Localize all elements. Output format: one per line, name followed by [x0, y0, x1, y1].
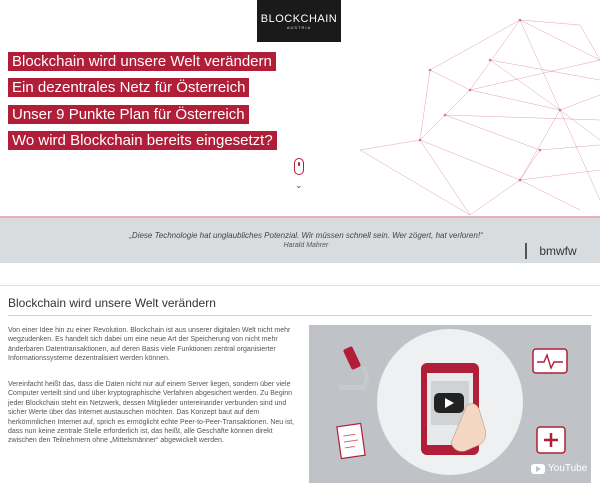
quote-text: „Diese Technologie hat unglaubliches Pot… [129, 231, 483, 240]
intro-paragraph: Von einer Idee hin zu einer Revolution. … [8, 327, 291, 363]
detail-paragraph: Vereinfacht heißt das, dass die Daten ni… [8, 381, 295, 445]
quote-author: Harald Mahrer [283, 242, 329, 249]
logo-subtext: AUSTRIA [286, 24, 312, 30]
heart-monitor-icon [532, 348, 568, 374]
quote-band [0, 218, 600, 263]
headline-link-2[interactable]: Ein dezentrales Netz für Österreich [8, 78, 250, 97]
medical-kit-icon [536, 426, 566, 454]
document-icon [336, 422, 366, 460]
chevron-down-icon[interactable]: ⌄ [295, 181, 303, 190]
youtube-label: YouTube [548, 463, 588, 474]
scroll-dot [298, 162, 300, 166]
hero: BLOCKCHAIN AUSTRIA Blockchain wird unser… [0, 0, 600, 218]
section-divider [0, 285, 600, 286]
youtube-logo[interactable]: YouTube [531, 463, 587, 474]
bmwfw-logo-text: bmwfw [539, 244, 577, 258]
headline-link-1[interactable]: Blockchain wird unsere Welt verändern [8, 52, 276, 71]
play-button-icon[interactable] [434, 393, 464, 413]
microscope-icon [339, 346, 369, 390]
blockchain-austria-logo[interactable]: BLOCKCHAIN AUSTRIA [257, 0, 341, 42]
section-title: Blockchain wird unsere Welt verändern [8, 296, 216, 310]
logo-text: BLOCKCHAIN [260, 12, 338, 25]
headline-link-3[interactable]: Unser 9 Punkte Plan für Österreich [8, 105, 249, 124]
headline-link-4[interactable]: Wo wird Blockchain bereits eingesetzt? [8, 131, 277, 150]
section-rule [8, 315, 592, 316]
bmwfw-logo: bmwfw [525, 243, 589, 259]
video-embed[interactable]: YouTube [309, 325, 591, 483]
youtube-icon [531, 463, 545, 474]
scroll-mouse-icon[interactable] [294, 158, 304, 175]
